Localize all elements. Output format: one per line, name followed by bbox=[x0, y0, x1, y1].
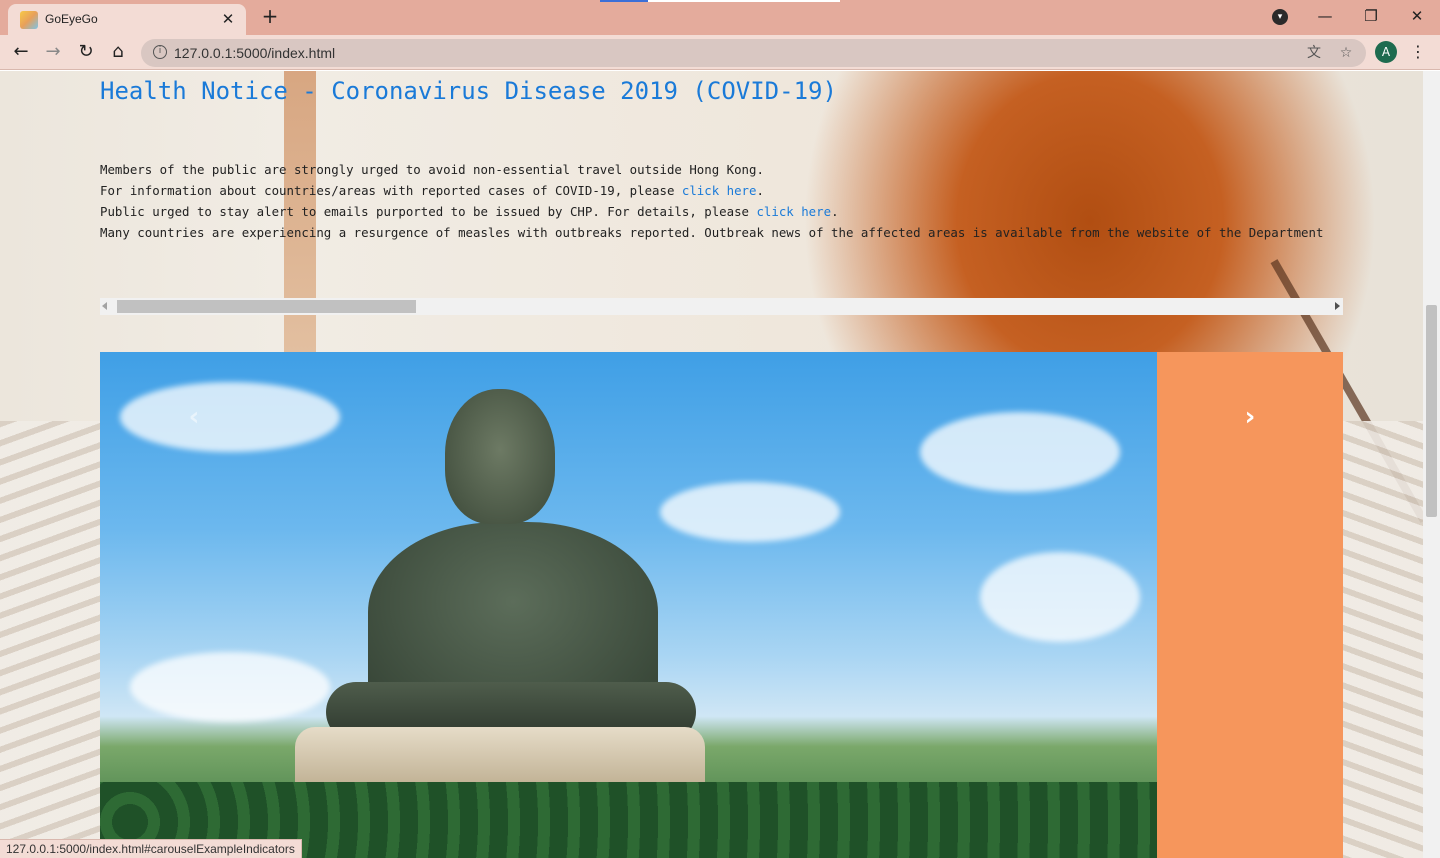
notice-horizontal-scrollbar[interactable] bbox=[100, 298, 1343, 315]
loading-indicator bbox=[600, 0, 648, 2]
page-vertical-scrollbar[interactable] bbox=[1423, 71, 1440, 858]
cloud-shape bbox=[660, 482, 840, 542]
status-bar-url: 127.0.0.1:5000/index.html#carouselExampl… bbox=[0, 839, 302, 858]
page-viewport: Health Notice - Coronavirus Disease 2019… bbox=[0, 71, 1423, 858]
reload-icon[interactable]: ↻ bbox=[74, 40, 98, 64]
background-decoration bbox=[0, 421, 100, 858]
notice-text: . bbox=[831, 204, 839, 219]
image-carousel bbox=[100, 352, 1343, 858]
address-url[interactable]: 127.0.0.1:5000/index.html bbox=[174, 45, 335, 61]
notice-line: Public urged to stay alert to emails pur… bbox=[100, 201, 1343, 222]
minimize-button[interactable]: — bbox=[1310, 4, 1340, 28]
notice-line: For information about countries/areas wi… bbox=[100, 180, 1343, 201]
tab-search-icon[interactable]: ▾ bbox=[1272, 9, 1288, 25]
cloud-shape bbox=[130, 652, 330, 722]
tab-close-icon[interactable]: ✕ bbox=[218, 9, 238, 29]
browser-tab[interactable]: GoEyeGo ✕ bbox=[8, 4, 246, 35]
loading-indicator-track bbox=[648, 0, 840, 2]
new-tab-button[interactable]: + bbox=[259, 5, 281, 27]
health-notice-title: Health Notice - Coronavirus Disease 2019… bbox=[100, 77, 837, 105]
notice-text: . bbox=[756, 183, 764, 198]
notice-line: Members of the public are strongly urged… bbox=[100, 162, 764, 177]
carousel-prev-chevron-icon[interactable]: ‹ bbox=[183, 402, 205, 432]
menu-kebab-icon[interactable]: ⋮ bbox=[1410, 41, 1426, 63]
scrollbar-thumb[interactable] bbox=[117, 300, 416, 313]
carousel-next-chevron-icon[interactable]: › bbox=[1239, 402, 1261, 432]
covid-areas-link[interactable]: click here bbox=[682, 183, 757, 198]
scroll-right-arrow-icon[interactable] bbox=[1335, 302, 1340, 310]
notice-text: For information about countries/areas wi… bbox=[100, 183, 682, 198]
forward-arrow-icon[interactable]: → bbox=[41, 40, 65, 64]
restore-button[interactable]: ❐ bbox=[1356, 4, 1386, 28]
scroll-left-arrow-icon[interactable] bbox=[102, 302, 107, 310]
site-favicon-icon bbox=[20, 11, 38, 29]
scrollbar-thumb[interactable] bbox=[1426, 305, 1437, 517]
home-icon[interactable]: ⌂ bbox=[106, 40, 130, 64]
cloud-shape bbox=[120, 382, 340, 452]
bookmark-star-icon[interactable]: ☆ bbox=[1337, 44, 1355, 62]
chp-email-link[interactable]: click here bbox=[756, 204, 831, 219]
background-decoration bbox=[1343, 421, 1423, 858]
notice-line: Many countries are experiencing a resurg… bbox=[100, 225, 1324, 240]
tab-bar: GoEyeGo ✕ + ▾ — ❐ ✕ bbox=[0, 0, 1440, 35]
notice-text: Public urged to stay alert to emails pur… bbox=[100, 204, 757, 219]
carousel-slide-image bbox=[100, 352, 1157, 858]
cloud-shape bbox=[980, 552, 1140, 642]
back-arrow-icon[interactable]: ← bbox=[9, 40, 33, 64]
cloud-shape bbox=[920, 412, 1120, 492]
translate-icon[interactable]: 文 bbox=[1305, 44, 1323, 62]
close-window-button[interactable]: ✕ bbox=[1402, 4, 1432, 28]
buddha-statue-head bbox=[445, 389, 555, 524]
browser-toolbar: ← → ↻ ⌂ i 127.0.0.1:5000/index.html 文 ☆ … bbox=[0, 35, 1440, 70]
tab-title: GoEyeGo bbox=[45, 12, 98, 26]
address-bar[interactable]: i 127.0.0.1:5000/index.html 文 ☆ bbox=[141, 39, 1366, 67]
profile-avatar[interactable]: A bbox=[1375, 41, 1397, 63]
health-notice-text: Members of the public are strongly urged… bbox=[100, 159, 1343, 243]
site-info-icon[interactable]: i bbox=[153, 45, 167, 59]
